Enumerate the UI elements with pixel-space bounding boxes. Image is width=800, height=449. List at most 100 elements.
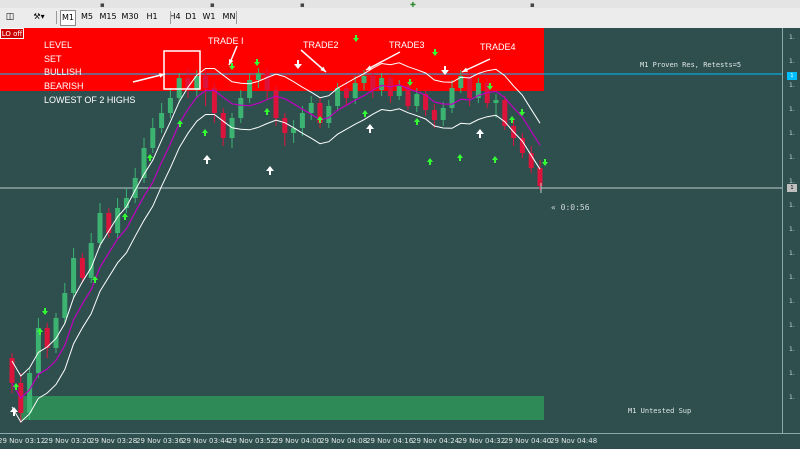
- candle-body: [343, 88, 349, 98]
- candle-body: [299, 113, 305, 128]
- candle-body: [97, 213, 103, 243]
- buy-arrow-icon: [492, 156, 498, 163]
- timeframe-toolbar: ◫ ⚒▾ M1 M5 M15 M30 H1 H4 D1 W1 MN: [0, 8, 800, 29]
- buy-arrow-icon: [427, 158, 433, 165]
- price-tick-label: 1.: [789, 82, 795, 89]
- timeframe-m15[interactable]: M15: [98, 10, 118, 24]
- signal-up-arrow-icon: [203, 155, 211, 164]
- time-tick-label: 29 Nov 04:24: [412, 437, 460, 445]
- candle-body: [79, 258, 85, 278]
- candle-body: [282, 118, 288, 133]
- price-tick-label: 1.: [789, 370, 795, 377]
- candle-body: [150, 128, 156, 148]
- candle-body: [308, 103, 314, 113]
- sell-arrow-icon: [542, 159, 548, 166]
- time-tick-label: 29 Nov 03:36: [136, 437, 184, 445]
- timeframe-m1[interactable]: M1: [60, 10, 76, 26]
- price-tick-label: 1.: [789, 34, 795, 41]
- price-tick-label: 1.: [789, 298, 795, 305]
- price-axis[interactable]: 1 1 1. 1. 1. 1. 1. 1. 1. 1. 1. 1. 1. 1. 1. 1. 1. 1.: [782, 28, 800, 433]
- timeframe-mn[interactable]: MN: [222, 10, 236, 24]
- candle-body: [537, 168, 543, 186]
- buy-arrow-icon: [457, 154, 463, 161]
- candle-body: [440, 108, 446, 120]
- candle-body: [449, 88, 455, 108]
- signal-up-arrow-icon: [476, 129, 484, 138]
- trade1-label: TRADE I: [208, 36, 244, 46]
- candle-body: [467, 76, 473, 98]
- current-price-badge: 1: [787, 184, 797, 192]
- candle-body: [255, 73, 261, 80]
- candle-body: [220, 113, 226, 138]
- candle-body: [326, 106, 332, 123]
- candle-body: [493, 100, 499, 103]
- buy-arrow-icon: [147, 154, 153, 161]
- candle-body: [361, 76, 367, 83]
- candle-body: [335, 88, 341, 106]
- time-tick-label: 29 Nov 03:12: [0, 437, 46, 445]
- candle-body: [414, 94, 420, 106]
- trade4-label: TRADE4: [480, 42, 516, 52]
- price-tick-label: 1.: [789, 226, 795, 233]
- candle-body: [379, 78, 385, 90]
- candle-body: [159, 113, 165, 128]
- buy-arrow-icon: [13, 383, 19, 390]
- support-zone: [20, 396, 544, 420]
- timeframe-w1[interactable]: W1: [202, 10, 216, 24]
- candlestick-chart: [0, 28, 782, 423]
- timeframe-h1[interactable]: H1: [145, 10, 159, 24]
- price-tick-label: 1.: [789, 130, 795, 137]
- price-tick-label: 1.: [789, 250, 795, 257]
- time-tick-label: 29 Nov 03:52: [228, 437, 276, 445]
- candle-body: [264, 73, 270, 90]
- bullish-label: BULLISH: [44, 67, 82, 77]
- time-axis: 29 Nov 03:12 29 Nov 03:20 29 Nov 03:28 29 N…: [0, 433, 800, 449]
- timeframe-m5[interactable]: M5: [80, 10, 94, 24]
- chart-area[interactable]: [0, 28, 782, 433]
- price-tick-label: 1.: [789, 154, 795, 161]
- price-tick-label: 1.: [789, 394, 795, 401]
- buy-arrow-icon: [202, 129, 208, 136]
- candle-body: [431, 110, 437, 120]
- support-zone-label: M1 Untested Sup: [628, 407, 692, 415]
- candle-body: [88, 243, 94, 278]
- buy-arrow-icon: [414, 118, 420, 125]
- price-tick-label: 1.: [789, 58, 795, 65]
- timeframe-d1[interactable]: D1: [184, 10, 198, 24]
- time-tick-label: 29 Nov 04:08: [320, 437, 368, 445]
- bar-timer: « 0:0:56: [551, 203, 590, 212]
- level-label: LEVEL: [44, 40, 73, 50]
- candle-body: [238, 98, 244, 118]
- price-tick-label: 1.: [789, 106, 795, 113]
- sell-arrow-icon: [42, 308, 48, 315]
- candle-body: [53, 318, 59, 348]
- toolbar-separator: [170, 11, 171, 24]
- timeframe-m30[interactable]: M30: [120, 10, 140, 24]
- time-tick-label: 29 Nov 04:48: [550, 437, 598, 445]
- toolbar-separator: [236, 11, 237, 24]
- time-tick-label: 29 Nov 03:44: [182, 437, 230, 445]
- toolbar-separator: [56, 11, 57, 24]
- time-tick-label: 29 Nov 04:40: [504, 437, 552, 445]
- tools-dropdown-icon[interactable]: ⚒▾: [28, 10, 50, 24]
- lo-off-button[interactable]: LO off: [0, 28, 24, 39]
- trade3-label: TRADE3: [389, 40, 425, 50]
- candle-body: [62, 293, 68, 318]
- chart-window-icon[interactable]: ◫: [4, 10, 16, 24]
- time-tick-label: 29 Nov 04:00: [274, 437, 322, 445]
- candle-body: [27, 373, 33, 413]
- candle-body: [71, 258, 77, 293]
- price-tick-label: 1.: [789, 346, 795, 353]
- candle-body: [203, 76, 209, 88]
- candle-body: [176, 78, 182, 98]
- price-tick-label: 1.: [789, 202, 795, 209]
- resistance-price-badge: 1: [787, 72, 797, 80]
- buy-arrow-icon: [362, 110, 368, 117]
- lowest-highs-label: LOWEST OF 2 HIGHS: [44, 95, 136, 105]
- buy-arrow-icon: [264, 108, 270, 115]
- buy-arrow-icon: [122, 213, 128, 220]
- signal-up-arrow-icon: [266, 166, 274, 175]
- time-tick-label: 29 Nov 04:16: [366, 437, 414, 445]
- time-tick-label: 29 Nov 04:32: [458, 437, 506, 445]
- resistance-zone-label: M1 Proven Res, Retests=5: [640, 61, 742, 69]
